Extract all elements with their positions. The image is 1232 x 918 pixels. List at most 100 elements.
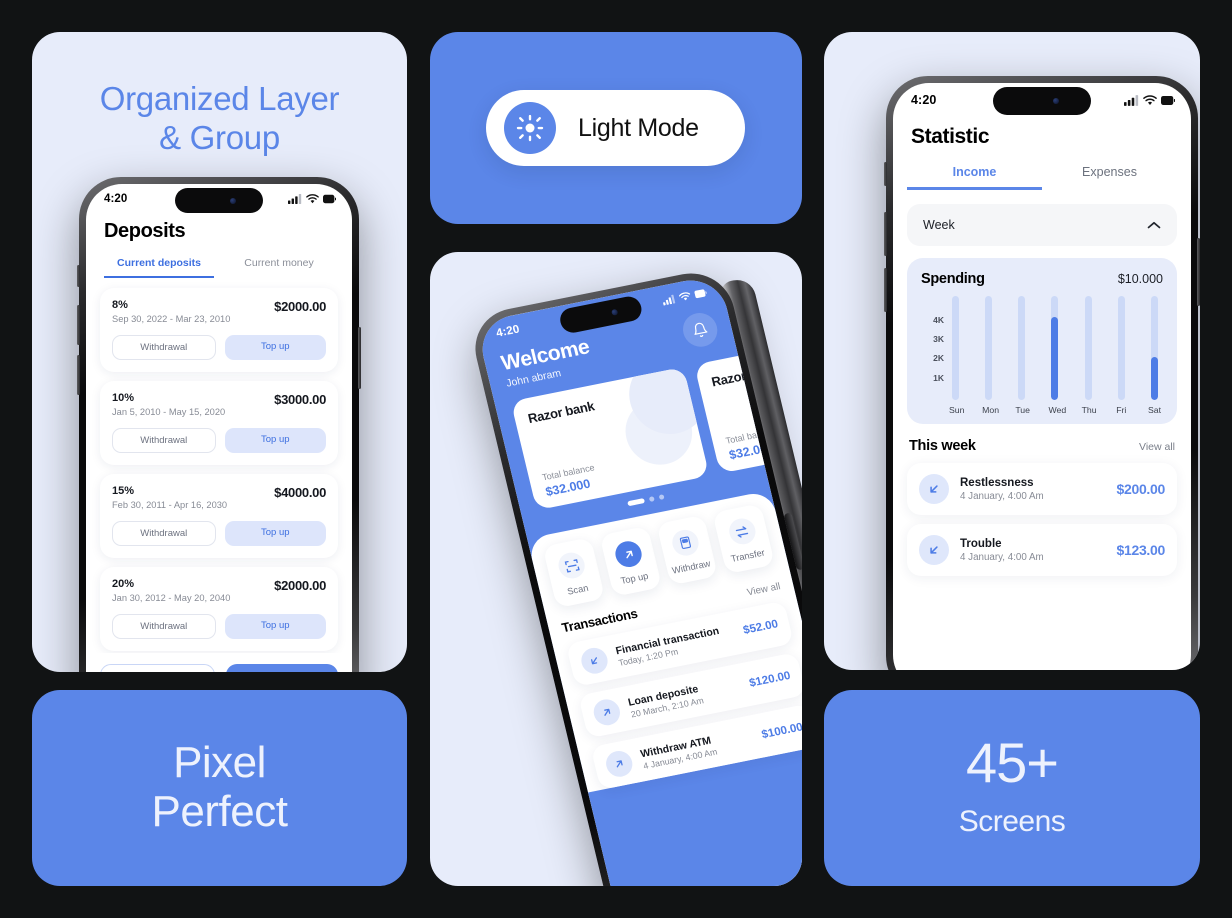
transaction-amount: $200.00: [1116, 481, 1165, 497]
period-select[interactable]: Week: [907, 204, 1177, 246]
organized-headline-line2: & Group: [159, 118, 280, 156]
quick-action-transfer[interactable]: Transfer: [712, 503, 776, 575]
card-pixel-perfect: Pixel Perfect: [32, 690, 407, 886]
deposit-item[interactable]: 8% Sep 30, 2022 - Mar 23, 2010 $2000.00 …: [100, 288, 338, 372]
dynamic-island: [175, 188, 263, 213]
volume-up-button[interactable]: [77, 305, 80, 345]
carousel-dot[interactable]: [648, 496, 655, 503]
x-tick-label: Mon: [982, 405, 1000, 415]
spending-chart-card: Spending $10.000 4K 3K 2K 1K Sun Mon Tue…: [907, 258, 1177, 424]
withdrawal-button[interactable]: Withdrawal: [112, 521, 216, 546]
arrow-down-left-icon: [919, 474, 949, 504]
transaction-date: 4 January, 4:00 Am: [960, 551, 1044, 563]
deposit-item[interactable]: 20% Jan 30, 2012 - May 20, 2040 $2000.00…: [100, 567, 338, 651]
power-button[interactable]: [358, 327, 361, 389]
tab-current-deposits[interactable]: Current deposits: [104, 257, 214, 278]
chart-bar-sat[interactable]: [1148, 296, 1161, 400]
tab-income[interactable]: Income: [907, 165, 1042, 190]
chart-header: Spending $10.000: [921, 271, 1163, 287]
transactions-view-all[interactable]: View all: [746, 581, 782, 598]
y-tick-label: 2K: [933, 353, 944, 364]
arrow-down-left-icon: [578, 645, 611, 676]
y-tick-label: 1K: [933, 372, 944, 383]
page-title: Deposits: [104, 220, 186, 242]
light-mode-label: Light Mode: [578, 113, 699, 142]
this-week-view-all[interactable]: View all: [1139, 441, 1175, 453]
deposit-item[interactable]: 10% Jan 5, 2010 - May 15, 2020 $3000.00 …: [100, 381, 338, 465]
transaction-amount: $52.00: [742, 618, 780, 637]
quick-action-scan[interactable]: Scan: [542, 537, 606, 609]
deposit-amount: $2000.00: [274, 578, 326, 593]
deposit-range: Feb 30, 2011 - Apr 16, 2030: [112, 500, 228, 510]
quick-action-label: Top up: [619, 570, 650, 587]
deposit-percent: 8%: [112, 299, 128, 311]
topup-button[interactable]: Top up: [224, 521, 326, 546]
transaction-amount: $123.00: [1116, 542, 1165, 558]
chart-bar-thu[interactable]: [1082, 296, 1095, 400]
welcome-phone-wrapper: 4:20 Welcome John abram Razor bank Total…: [464, 266, 802, 886]
transaction-row[interactable]: Trouble 4 January, 4:00 Am $123.00: [907, 524, 1177, 576]
x-tick-label: Sat: [1147, 405, 1161, 415]
mute-switch[interactable]: [884, 162, 887, 186]
battery-icon: [1161, 95, 1175, 105]
quick-action-label: Withdraw: [670, 558, 712, 576]
carousel-dot-active[interactable]: [626, 498, 645, 507]
pixel-perfect-line1: Pixel: [173, 738, 266, 787]
mute-switch[interactable]: [77, 265, 80, 287]
status-bar: 4:20: [86, 184, 352, 214]
topup-button[interactable]: Top up: [224, 428, 326, 453]
topup-button[interactable]: Top up: [224, 614, 326, 639]
withdrawal-button[interactable]: Withdrawal: [112, 428, 216, 453]
volume-down-button[interactable]: [77, 355, 80, 395]
deposite-button[interactable]: Deposite: [225, 664, 338, 672]
card-statistic-phone: 4:20 Statistic Income Expenses Week Spen…: [824, 32, 1200, 670]
deposit-item[interactable]: 15% Feb 30, 2011 - Apr 16, 2030 $4000.00…: [100, 474, 338, 558]
chart-x-axis: Sun Mon Tue Wed Thu Fri Sat: [921, 400, 1163, 415]
withdrawal-button[interactable]: Withdrawal: [112, 335, 216, 360]
chart-bars: [947, 296, 1163, 400]
deposit-percent: 20%: [112, 578, 135, 590]
deposits-list: 8% Sep 30, 2022 - Mar 23, 2010 $2000.00 …: [86, 278, 352, 651]
battery-icon: [323, 194, 336, 204]
power-button[interactable]: [1197, 238, 1200, 306]
money-bank-button[interactable]: Money bank: [100, 664, 215, 672]
quick-action-withdraw[interactable]: Withdraw: [655, 514, 719, 586]
topup-button[interactable]: Top up: [224, 335, 326, 360]
transaction-date: 4 January, 4:00 Am: [960, 490, 1044, 502]
deposits-tabs: Current deposits Current money: [86, 243, 352, 278]
volume-down-button[interactable]: [884, 268, 887, 312]
deposit-range: Jan 5, 2010 - May 15, 2020: [112, 407, 226, 417]
deposit-amount: $3000.00: [274, 392, 326, 407]
deposits-footer: Money bank Deposite: [86, 653, 352, 672]
deposits-phone: 4:20 Deposits Current deposits Current m…: [77, 177, 361, 672]
transaction-row[interactable]: Restlessness 4 January, 4:00 Am $200.00: [907, 463, 1177, 515]
tab-current-money[interactable]: Current money: [224, 257, 334, 278]
chart-bar-mon[interactable]: [982, 296, 995, 400]
transaction-name: Trouble: [960, 537, 1002, 550]
volume-up-button[interactable]: [884, 212, 887, 256]
screens-label: Screens: [958, 805, 1066, 838]
chart-bar-tue[interactable]: [1015, 296, 1028, 400]
chart-bar-wed[interactable]: [1048, 296, 1061, 400]
organized-headline-line1: Organized Layer: [99, 80, 340, 117]
deposit-amount: $4000.00: [274, 485, 326, 500]
x-tick-label: Sun: [949, 405, 965, 415]
card-organized-layer: Organized Layer & Group 4:20 Deposits Cu…: [32, 32, 407, 672]
card-screens-count: 45+ Screens: [824, 690, 1200, 886]
cellular-icon: [288, 194, 302, 204]
page-title: Statistic: [911, 125, 990, 148]
scan-icon: [556, 550, 588, 581]
x-tick-label: Fri: [1116, 405, 1127, 415]
quick-action-topup[interactable]: Top up: [599, 525, 662, 597]
transaction-amount: $120.00: [748, 669, 792, 690]
chevron-up-icon: [1147, 221, 1161, 228]
chart-bar-sun[interactable]: [949, 296, 962, 400]
light-mode-toggle[interactable]: Light Mode: [486, 90, 745, 166]
carousel-dot[interactable]: [658, 494, 665, 501]
withdrawal-button[interactable]: Withdrawal: [112, 614, 216, 639]
statistic-tabs: Income Expenses: [893, 149, 1191, 190]
wifi-icon: [306, 194, 319, 204]
tab-expenses[interactable]: Expenses: [1042, 165, 1177, 190]
status-icons: [661, 288, 707, 306]
chart-bar-fri[interactable]: [1115, 296, 1128, 400]
